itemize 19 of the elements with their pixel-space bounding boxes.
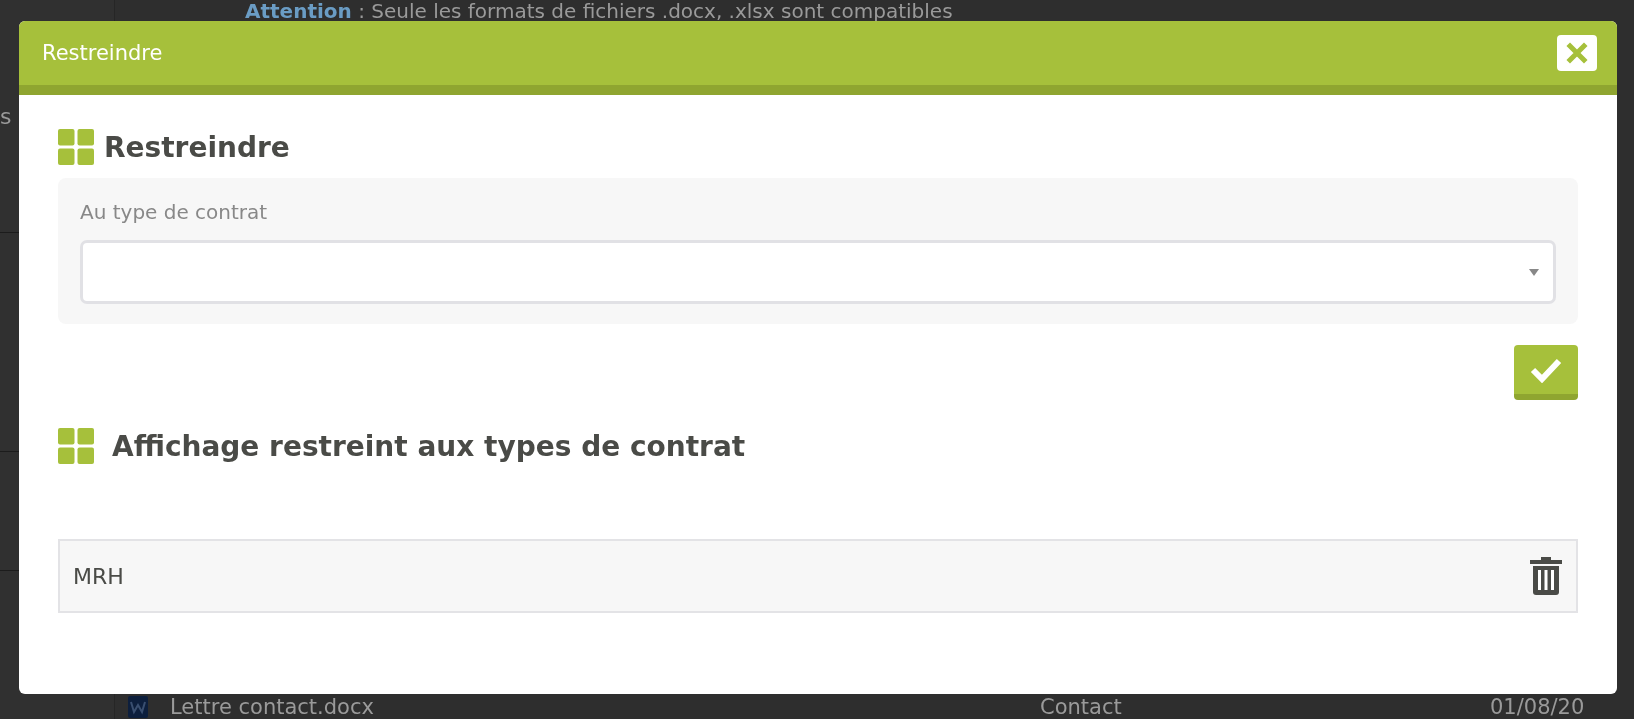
- category-cell-text: Contact: [1040, 694, 1123, 719]
- trash-icon[interactable]: [1530, 557, 1562, 595]
- document-icon: [128, 695, 148, 718]
- section-title: Restreindre: [104, 130, 290, 164]
- confirm-button[interactable]: [1514, 345, 1578, 400]
- grid-icon: [58, 129, 94, 165]
- notice-text: Attention : Seule les formats de fichiers .docx, .xlsx sont compatibles: [245, 0, 953, 23]
- field-label: Au type de contrat: [80, 200, 269, 224]
- close-icon: [1566, 42, 1588, 64]
- caret-icon: [1529, 268, 1539, 276]
- date-cell: 01/08/20: [1490, 694, 1585, 719]
- item-name: MRH: [73, 563, 124, 589]
- section-title: Affichage restreint aux types de contrat: [112, 429, 746, 463]
- file-name: Lettre contact.docx: [170, 694, 375, 719]
- sidebar-text: s: [0, 103, 12, 129]
- check-icon: [1529, 356, 1563, 383]
- grid-icon: [58, 428, 94, 464]
- close-button[interactable]: [1557, 35, 1597, 71]
- dialog-title: Restreindre: [42, 41, 163, 65]
